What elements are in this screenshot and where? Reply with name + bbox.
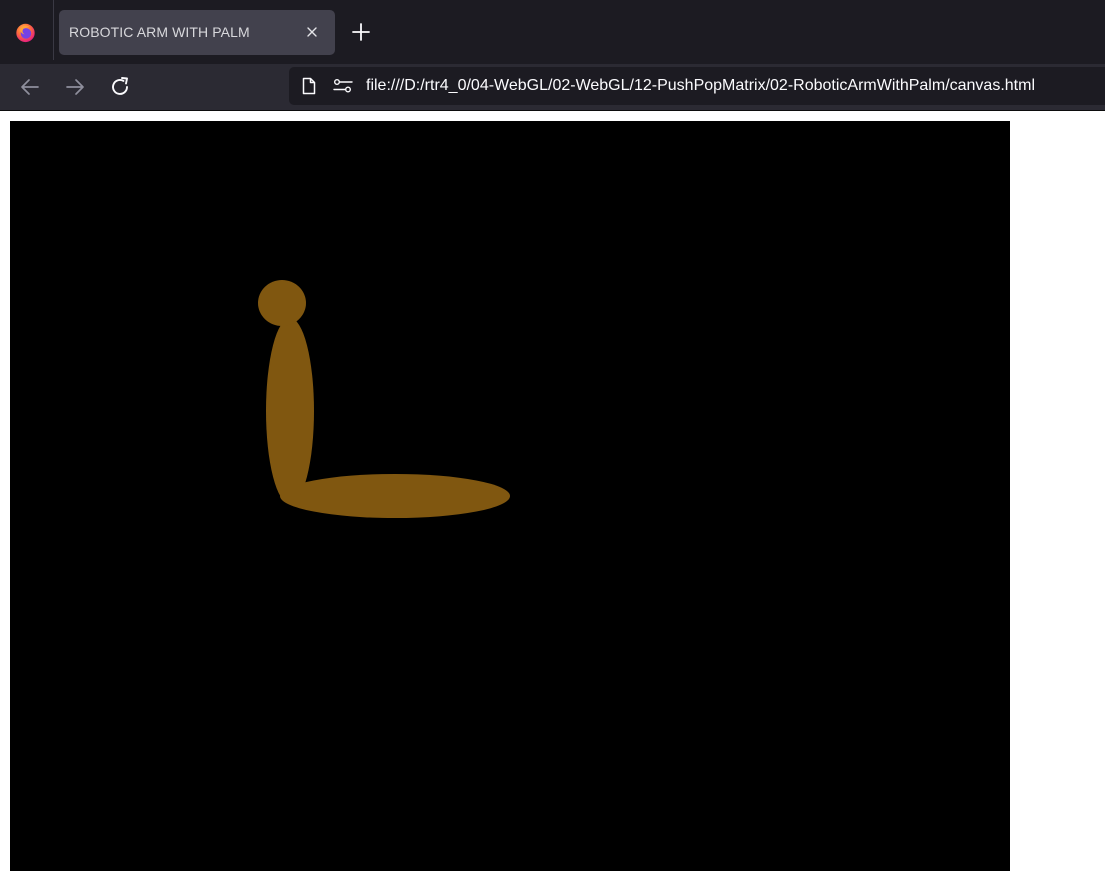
tab-active[interactable]: ROBOTIC ARM WITH PALM — [59, 10, 335, 55]
permissions-icon[interactable] — [333, 77, 353, 95]
firefox-logo-icon[interactable] — [15, 22, 36, 43]
new-tab-button[interactable] — [350, 21, 372, 43]
reload-icon[interactable] — [108, 75, 132, 99]
arrow-left-icon[interactable] — [18, 75, 42, 99]
browser-window: ROBOTIC ARM WITH PALM file:///D:/rtr4_0/… — [0, 0, 1105, 871]
robot-shoulder-joint — [258, 280, 306, 326]
webgl-canvas[interactable] — [10, 121, 1010, 871]
arrow-right-icon[interactable] — [63, 75, 87, 99]
tab-strip: ROBOTIC ARM WITH PALM — [0, 0, 1105, 64]
robot-upper-arm — [266, 318, 314, 504]
document-icon[interactable] — [300, 77, 318, 95]
robot-forearm — [280, 474, 510, 518]
page-viewport — [0, 111, 1105, 871]
url-bar[interactable]: file:///D:/rtr4_0/04-WebGL/02-WebGL/12-P… — [289, 67, 1105, 105]
navigation-toolbar: file:///D:/rtr4_0/04-WebGL/02-WebGL/12-P… — [0, 64, 1105, 110]
url-text: file:///D:/rtr4_0/04-WebGL/02-WebGL/12-P… — [366, 77, 1035, 94]
close-icon[interactable] — [303, 23, 321, 41]
tab-separator — [53, 0, 54, 60]
plus-icon — [352, 23, 370, 41]
tab-title: ROBOTIC ARM WITH PALM — [69, 24, 250, 40]
